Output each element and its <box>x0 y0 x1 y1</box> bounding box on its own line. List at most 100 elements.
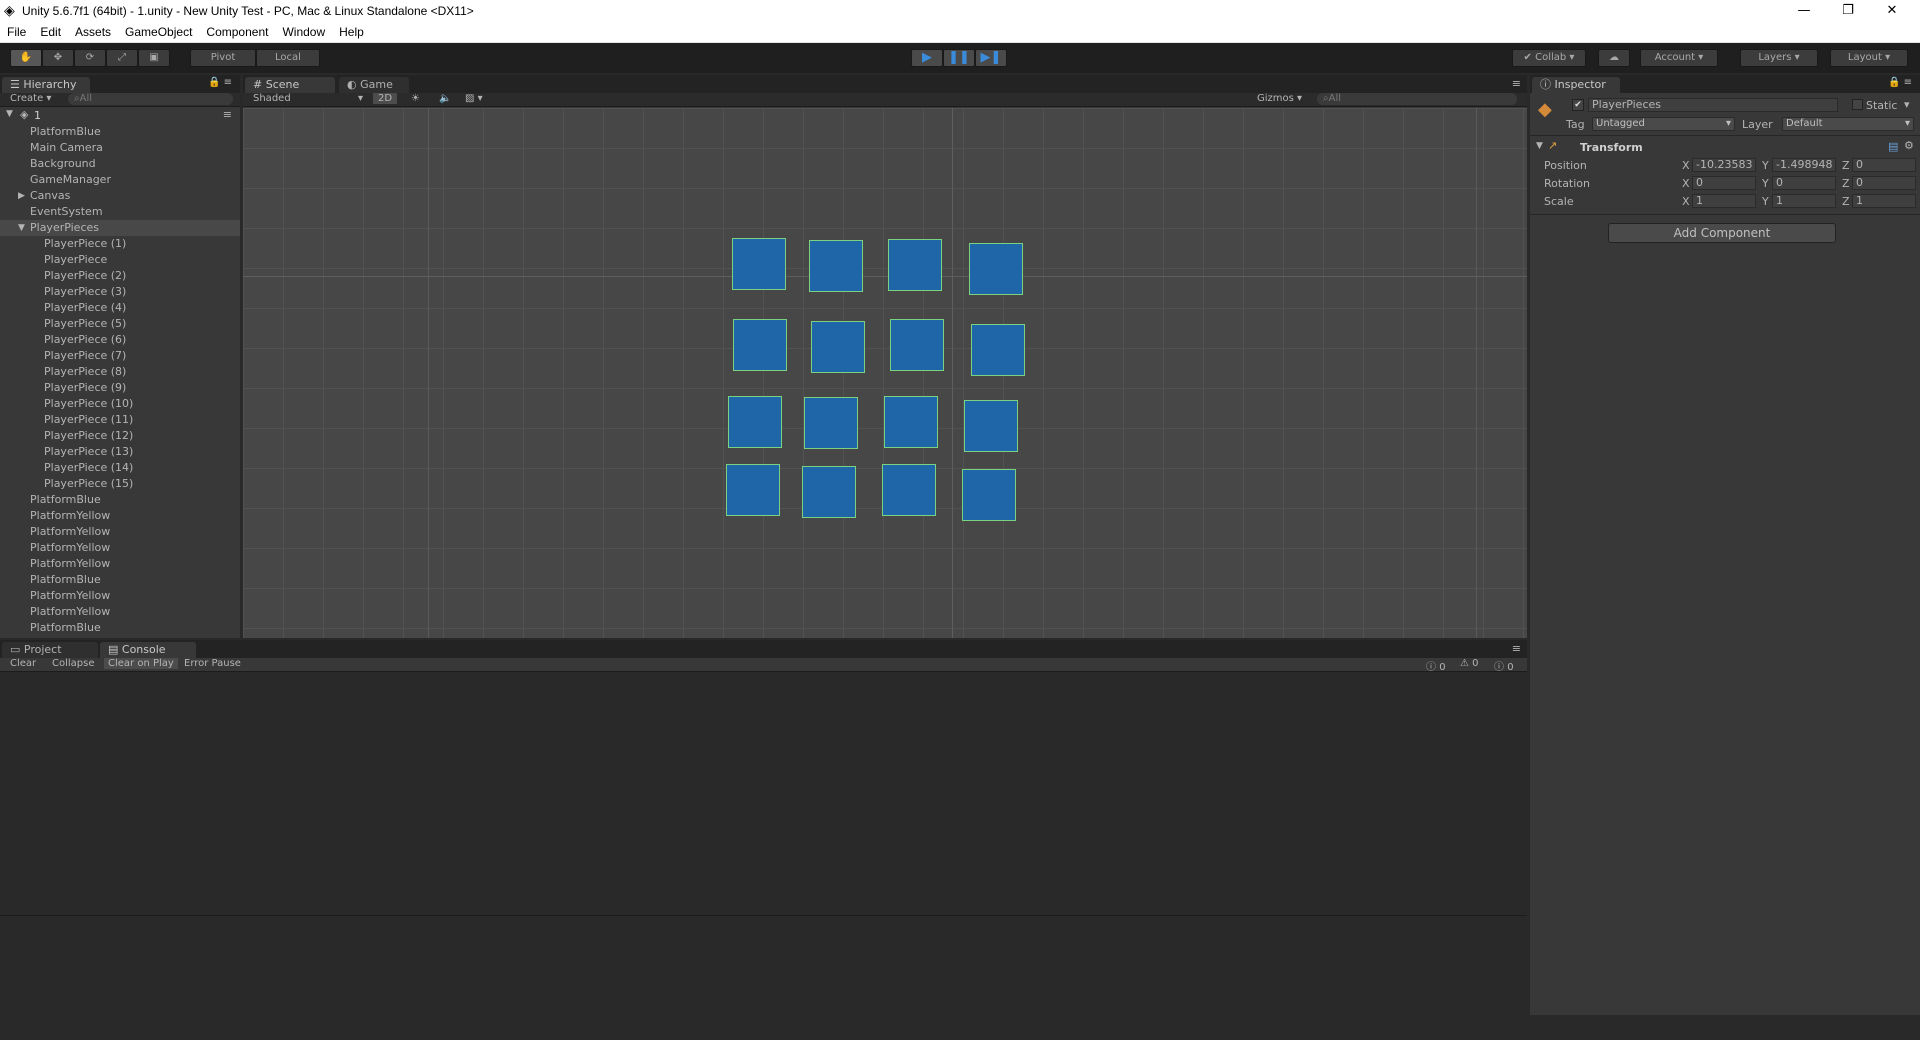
hierarchy-item[interactable]: PlayerPiece (4) <box>0 300 240 316</box>
hierarchy-item[interactable]: PlatformBlue <box>0 620 240 636</box>
error-filter-toggle[interactable]: ⓘ 0 <box>1494 658 1514 673</box>
hand-tool-button[interactable]: ✋ <box>10 49 42 67</box>
hierarchy-item[interactable]: PlayerPiece (5) <box>0 316 240 332</box>
static-dropdown-icon[interactable]: ▾ <box>1904 98 1910 111</box>
player-piece-sprite[interactable] <box>733 319 787 371</box>
account-dropdown[interactable]: Account ▾ <box>1640 49 1718 67</box>
step-button[interactable]: ▶❚ <box>975 49 1007 67</box>
close-button[interactable]: ✕ <box>1870 0 1914 23</box>
gear-icon[interactable]: ⚙ <box>1904 139 1914 152</box>
player-piece-sprite[interactable] <box>964 400 1018 452</box>
hierarchy-item[interactable]: PlatformYellow <box>0 604 240 620</box>
play-button[interactable]: ▶ <box>911 49 943 67</box>
player-piece-sprite[interactable] <box>888 239 942 291</box>
hierarchy-item[interactable]: Main Camera <box>0 140 240 156</box>
hierarchy-item[interactable]: PlatformYellow <box>0 556 240 572</box>
menu-assets[interactable]: Assets <box>68 23 118 42</box>
hierarchy-item[interactable]: PlayerPiece <box>0 252 240 268</box>
hierarchy-item[interactable]: PlayerPiece (14) <box>0 460 240 476</box>
hierarchy-item[interactable]: PlayerPiece (12) <box>0 428 240 444</box>
clear-button[interactable]: Clear <box>10 658 36 669</box>
cloud-button[interactable]: ☁ <box>1598 49 1630 67</box>
hierarchy-item[interactable]: PlayerPiece (3) <box>0 284 240 300</box>
warning-filter-toggle[interactable]: ⚠ 0 <box>1460 658 1479 669</box>
scene-search-input[interactable]: ⌕All <box>1317 93 1517 105</box>
shading-dropdown[interactable]: Shaded ▾ <box>253 93 363 104</box>
minimize-button[interactable]: — <box>1782 0 1826 23</box>
player-piece-sprite[interactable] <box>882 464 936 516</box>
create-dropdown[interactable]: Create ▾ <box>10 93 51 104</box>
tab-hierarchy[interactable]: ☰ Hierarchy <box>2 77 90 93</box>
player-piece-sprite[interactable] <box>890 319 944 371</box>
add-component-button[interactable]: Add Component <box>1608 223 1836 243</box>
scene-viewport[interactable] <box>243 108 1527 638</box>
hierarchy-item[interactable]: GameManager <box>0 172 240 188</box>
rect-tool-button[interactable]: ▣ <box>138 49 170 67</box>
hierarchy-search-input[interactable]: ⌕All <box>68 93 233 105</box>
hierarchy-item[interactable]: ▼ PlayerPieces <box>0 220 240 236</box>
menu-gameobject[interactable]: GameObject <box>118 23 199 42</box>
audio-toggle[interactable]: 🔈 <box>439 93 451 104</box>
position-x-field[interactable]: -10.23583 <box>1692 158 1756 172</box>
rotate-tool-button[interactable]: ⟳ <box>74 49 106 67</box>
info-filter-toggle[interactable]: ⓘ 0 <box>1426 658 1446 673</box>
menu-help[interactable]: Help <box>332 23 371 42</box>
static-checkbox[interactable] <box>1852 99 1863 110</box>
menu-window[interactable]: Window <box>275 23 332 42</box>
player-piece-sprite[interactable] <box>969 243 1023 295</box>
position-y-field[interactable]: -1.498948 <box>1772 158 1836 172</box>
effects-dropdown[interactable]: ▨ ▾ <box>465 93 483 104</box>
hierarchy-item[interactable]: PlatformYellow <box>0 508 240 524</box>
player-piece-sprite[interactable] <box>728 396 782 448</box>
hierarchy-item[interactable]: PlayerPiece (15) <box>0 476 240 492</box>
hierarchy-item[interactable]: ▶ Canvas <box>0 188 240 204</box>
chevron-down-icon[interactable]: ▼ <box>1536 141 1543 151</box>
move-tool-button[interactable]: ✥ <box>42 49 74 67</box>
console-detail-area[interactable] <box>0 916 1527 1015</box>
clear-on-play-toggle[interactable]: Clear on Play <box>104 658 178 669</box>
player-piece-sprite[interactable] <box>811 321 865 373</box>
hierarchy-item[interactable]: PlatformYellow <box>0 524 240 540</box>
hierarchy-item[interactable]: PlatformBlue <box>0 124 240 140</box>
layout-dropdown[interactable]: Layout ▾ <box>1830 49 1908 67</box>
collab-dropdown[interactable]: ✔ Collab ▾ <box>1512 49 1586 67</box>
player-piece-sprite[interactable] <box>971 324 1025 376</box>
hierarchy-item[interactable]: PlatformYellow <box>0 588 240 604</box>
hierarchy-item[interactable]: PlayerPiece (9) <box>0 380 240 396</box>
local-toggle[interactable]: Local <box>256 49 320 67</box>
player-piece-sprite[interactable] <box>732 238 786 290</box>
tag-dropdown[interactable]: Untagged ▾ <box>1592 117 1735 131</box>
hierarchy-item[interactable]: PlatformYellow <box>0 540 240 556</box>
scale-tool-button[interactable]: ⤢ <box>106 49 138 67</box>
scene-menu-icon[interactable]: ≡ <box>223 108 232 121</box>
menu-file[interactable]: File <box>0 23 33 42</box>
lighting-toggle[interactable]: ☀ <box>411 93 420 104</box>
player-piece-sprite[interactable] <box>804 397 858 449</box>
chevron-down-icon[interactable]: ▼ <box>18 220 25 236</box>
player-piece-sprite[interactable] <box>962 469 1016 521</box>
pivot-toggle[interactable]: Pivot <box>190 49 256 67</box>
2d-toggle[interactable]: 2D <box>373 93 397 104</box>
help-book-icon[interactable]: ▤ <box>1888 140 1898 153</box>
hierarchy-item[interactable]: PlayerPiece (6) <box>0 332 240 348</box>
inspector-menu-icon[interactable]: 🔒 ≡ <box>1888 77 1912 88</box>
hierarchy-item[interactable]: PlayerPiece (2) <box>0 268 240 284</box>
hierarchy-item[interactable]: PlatformBlue <box>0 572 240 588</box>
console-menu-icon[interactable]: ≡ <box>1512 642 1521 655</box>
position-z-field[interactable]: 0 <box>1852 158 1916 172</box>
scale-x-field[interactable]: 1 <box>1692 194 1756 208</box>
hierarchy-item[interactable]: PlayerPiece (13) <box>0 444 240 460</box>
scene-panel-menu-icon[interactable]: ≡ <box>1512 77 1521 90</box>
tab-inspector[interactable]: ⓘ Inspector <box>1532 77 1620 93</box>
menu-edit[interactable]: Edit <box>33 23 68 42</box>
hierarchy-item[interactable]: Background <box>0 156 240 172</box>
pause-button[interactable]: ❚❚ <box>943 49 975 67</box>
player-piece-sprite[interactable] <box>884 396 938 448</box>
player-piece-sprite[interactable] <box>809 240 863 292</box>
tab-game[interactable]: ◐ Game <box>339 77 409 93</box>
hierarchy-item[interactable]: PlayerPiece (11) <box>0 412 240 428</box>
layer-dropdown[interactable]: Default ▾ <box>1782 117 1914 131</box>
hierarchy-item[interactable]: PlayerPiece (10) <box>0 396 240 412</box>
hierarchy-item[interactable]: PlayerPiece (1) <box>0 236 240 252</box>
active-checkbox[interactable]: ✔ <box>1572 99 1584 111</box>
